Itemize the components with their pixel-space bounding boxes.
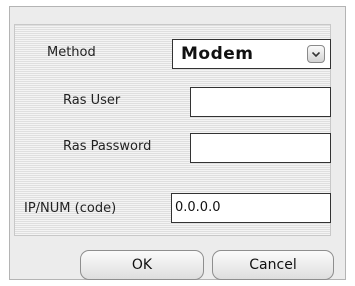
ipnum-label: IP/NUM (code) (24, 201, 117, 216)
ras-password-input[interactable] (190, 133, 331, 163)
ras-password-label: Ras Password (63, 139, 152, 154)
method-selected-value: Modem (181, 44, 254, 64)
method-select[interactable]: Modem (172, 39, 331, 69)
cancel-button[interactable]: Cancel (212, 250, 334, 280)
ras-user-label: Ras User (63, 93, 121, 108)
method-label: Method (47, 45, 96, 60)
chevron-down-icon (312, 52, 320, 57)
dropdown-button[interactable] (307, 45, 325, 63)
ras-user-input[interactable] (190, 87, 331, 117)
ipnum-input[interactable]: 0.0.0.0 (171, 193, 331, 223)
ok-button[interactable]: OK (80, 250, 204, 280)
